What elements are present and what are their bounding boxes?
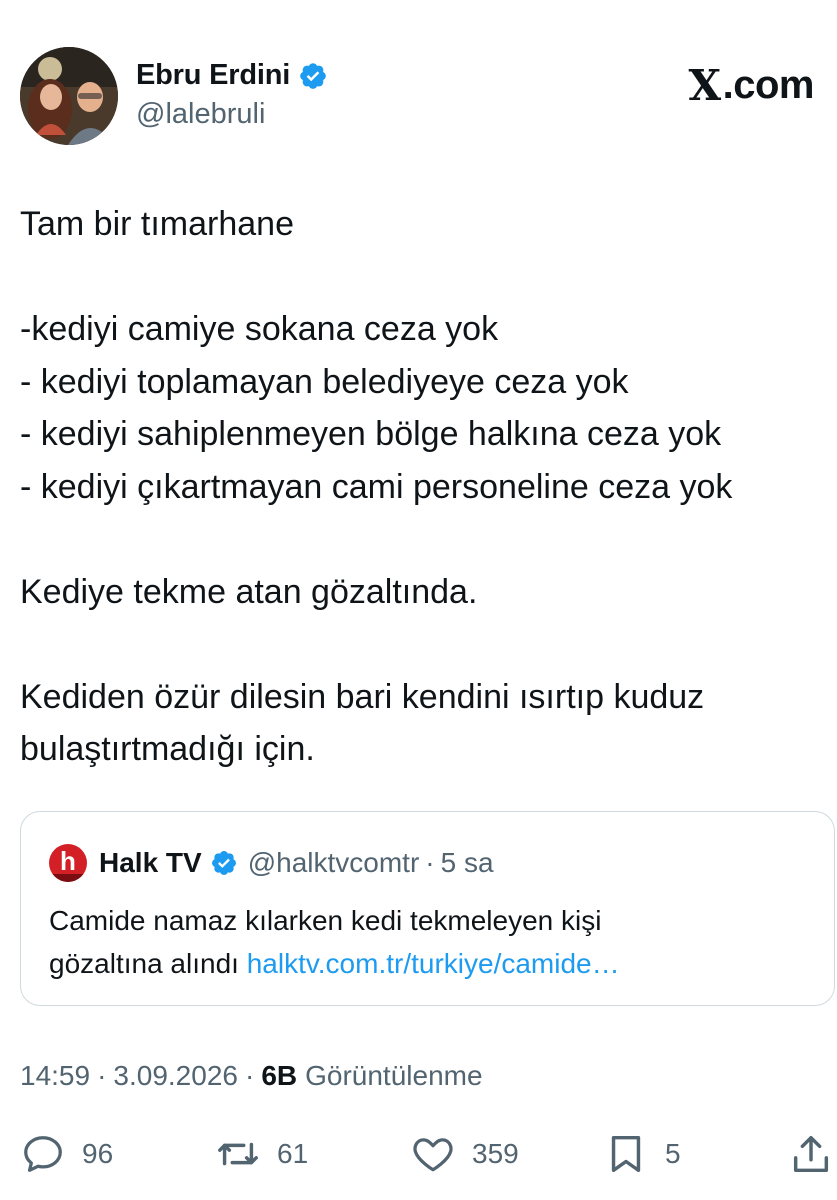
quoted-author-avatar[interactable]: h — [49, 844, 87, 882]
tweet-line: Tam bir tımarhane — [20, 205, 294, 243]
quoted-timestamp[interactable]: 5 sa — [441, 847, 494, 879]
tweet-meta: 14:59 · 3.09.2026 · 6B Görüntülenme — [20, 1060, 483, 1092]
bookmark-button[interactable]: 5 — [603, 1128, 681, 1180]
tweet-header: Ebru Erdini @lalebruli X .com — [20, 47, 820, 147]
repost-button[interactable]: 61 — [215, 1128, 308, 1180]
reply-button[interactable]: 96 — [20, 1128, 113, 1180]
tweet-actions: 96 61 359 5 — [20, 1128, 837, 1184]
tweet-line: Kediye tekme atan gözaltında. — [20, 572, 478, 611]
bookmark-icon — [611, 1135, 641, 1173]
quoted-tweet-card[interactable]: h Halk TV @halktvcomtr · 5 sa Camide nam… — [20, 811, 835, 1006]
views-label: Görüntülenme — [305, 1060, 483, 1091]
quoted-display-name[interactable]: Halk TV — [99, 847, 202, 879]
share-button[interactable] — [788, 1128, 834, 1180]
tweet-line: bulaştırtmadığı için. — [20, 730, 315, 768]
author-display-name[interactable]: Ebru Erdini — [136, 59, 290, 92]
tweet-line: Kediden özür dilesin bari kendini ısırtı… — [20, 677, 705, 716]
tweet-time[interactable]: 14:59 — [20, 1060, 90, 1092]
tweet-line: - kediyi çıkartmayan cami personeline ce… — [20, 467, 733, 506]
x-logo-text: .com — [722, 63, 815, 107]
verified-badge-icon — [210, 849, 238, 877]
like-button[interactable]: 359 — [410, 1128, 519, 1180]
like-count: 359 — [472, 1138, 519, 1169]
verified-badge-icon — [298, 61, 328, 91]
quoted-avatar-letter: h — [60, 846, 76, 876]
separator-dot: · — [244, 1060, 255, 1091]
x-logo-icon: X .com — [688, 61, 815, 110]
x-logo-mark: X — [688, 61, 722, 110]
author-handle[interactable]: @lalebruli — [136, 98, 328, 131]
like-icon — [413, 1138, 453, 1172]
quoted-link[interactable]: halktv.com.tr/turkiye/camide… — [247, 948, 620, 979]
separator-dot: · — [425, 847, 435, 878]
repost-count: 61 — [277, 1138, 309, 1169]
author-avatar[interactable] — [20, 47, 118, 145]
share-icon — [793, 1135, 829, 1173]
quoted-tweet-header: h Halk TV @halktvcomtr · 5 sa — [49, 844, 494, 882]
reply-count: 96 — [82, 1138, 114, 1169]
tweet-line: - kediyi sahiplenmeyen bölge halkına cez… — [20, 415, 722, 453]
author-names: Ebru Erdini @lalebruli — [136, 59, 328, 131]
quoted-tweet-text: Camide namaz kılarken kedi tekmeleyen ki… — [49, 899, 829, 985]
tweet-date[interactable]: 3.09.2026 — [113, 1060, 238, 1092]
quoted-text-line: Camide namaz kılarken kedi tekmeleyen ki… — [49, 905, 602, 936]
quoted-handle[interactable]: @halktvcomtr — [248, 847, 420, 879]
quoted-text-line: gözaltına alındı — [49, 948, 247, 979]
separator-dot: · — [97, 1060, 107, 1091]
bookmark-count: 5 — [665, 1138, 681, 1169]
tweet-line: -kediyi camiye sokana ceza yok — [20, 310, 499, 348]
views-count: 6B — [261, 1060, 298, 1091]
reply-icon — [24, 1136, 62, 1172]
tweet-line: - kediyi toplamayan belediyeye ceza yok — [20, 362, 629, 401]
tweet-text: Tam bir tımarhane -kediyi camiye sokana … — [20, 198, 820, 776]
repost-icon — [218, 1142, 258, 1166]
